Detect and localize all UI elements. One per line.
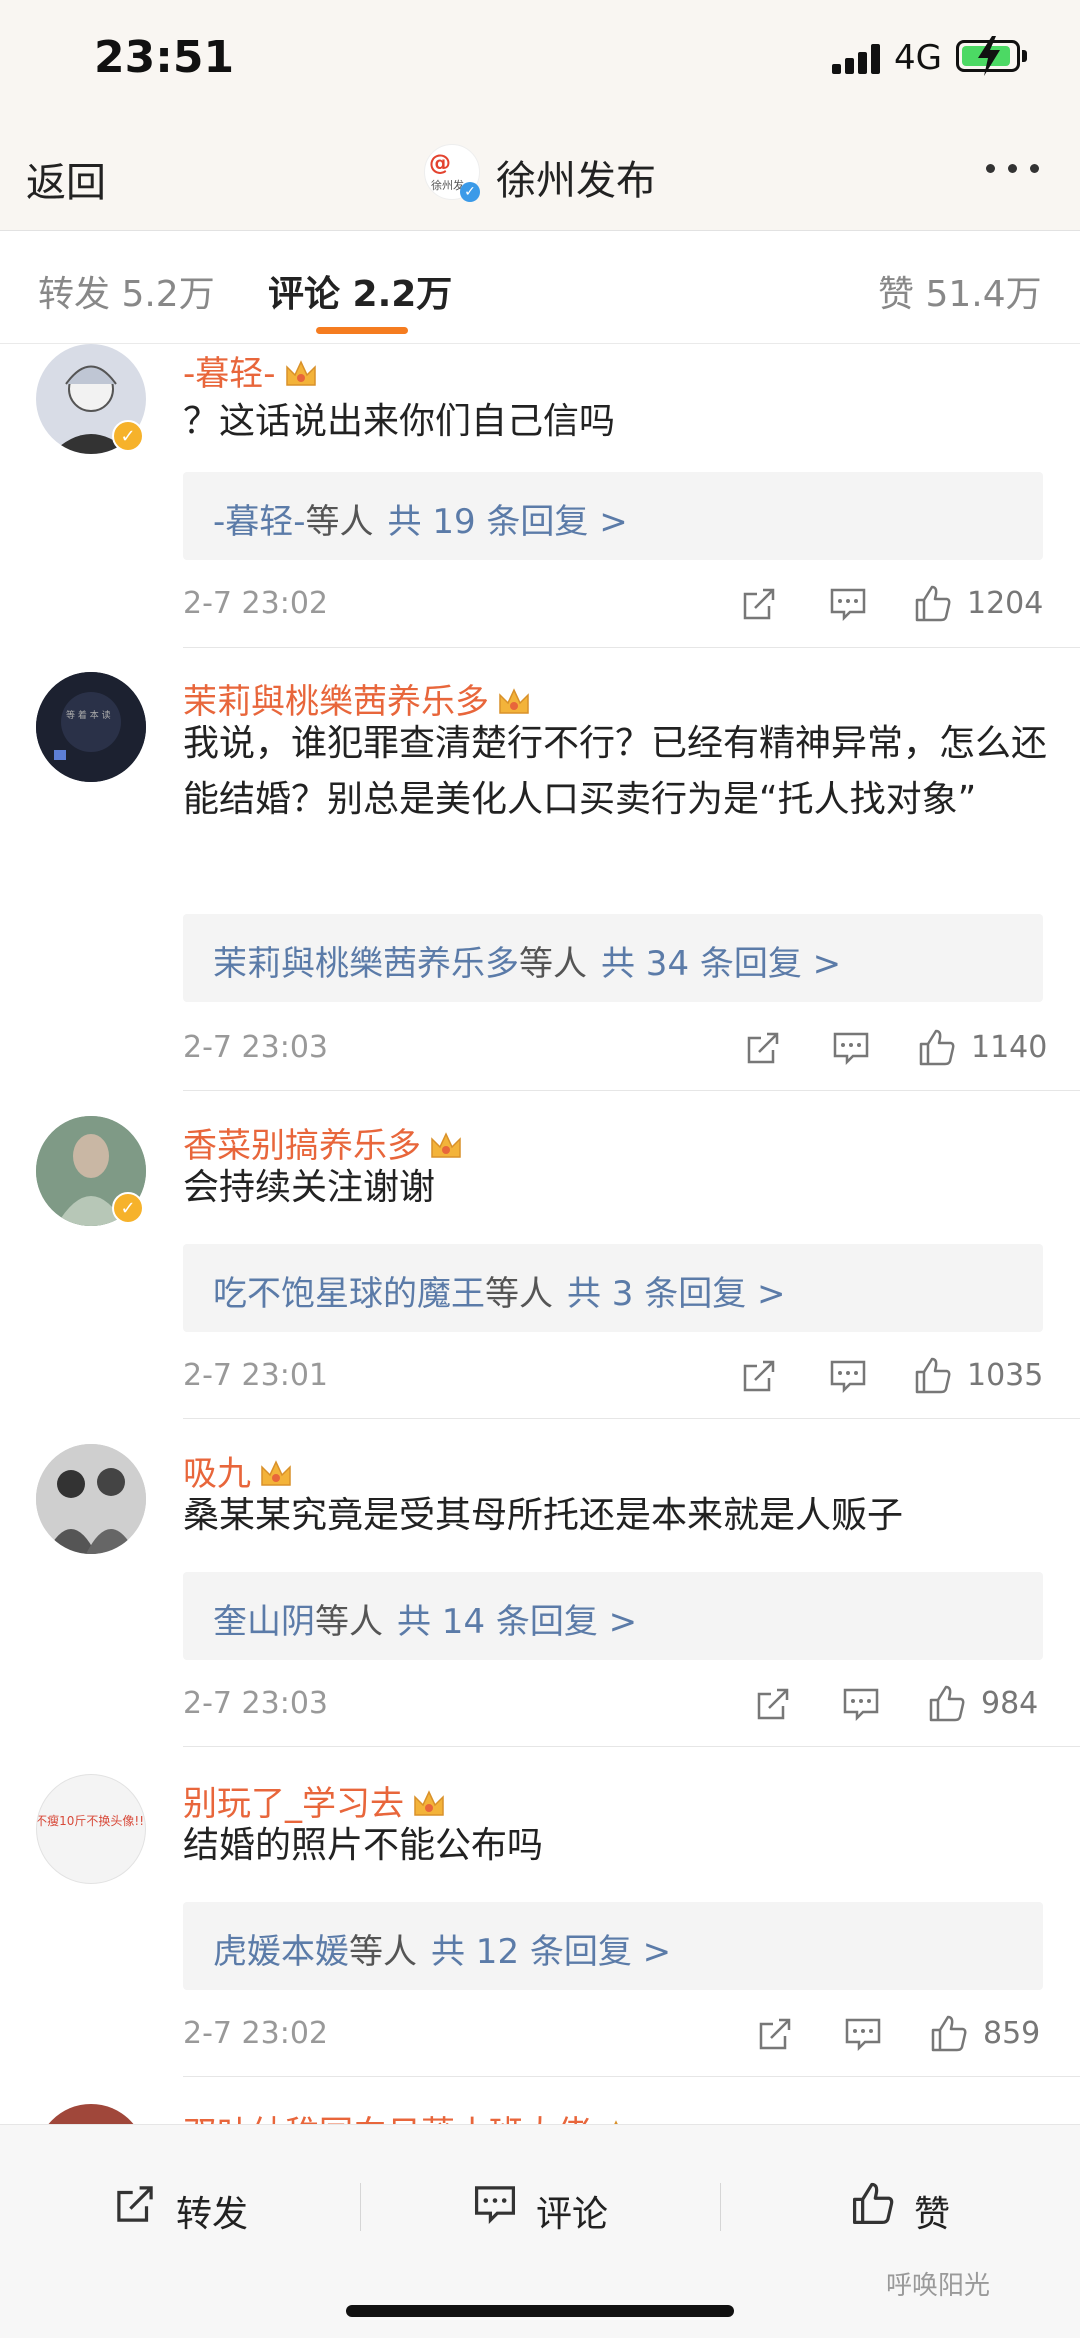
- reply-preview[interactable]: 吃不饱星球的魔王等人共 3 条回复 >: [183, 1244, 1043, 1332]
- reply-preview[interactable]: -暮轻-等人共 19 条回复 >: [183, 472, 1043, 560]
- share-icon[interactable]: [739, 584, 779, 624]
- comment-icon[interactable]: [828, 1356, 868, 1396]
- status-bar: 23:51 4G: [0, 0, 1080, 120]
- reply-preview[interactable]: 茉莉與桃樂茜养乐多等人共 34 条回复 >: [183, 914, 1043, 1002]
- crown-icon: [284, 358, 318, 388]
- reply-preview[interactable]: 虎媛本媛等人共 12 条回复 >: [183, 1902, 1043, 1990]
- signal-icon: [832, 44, 880, 74]
- username[interactable]: -暮轻-: [183, 354, 276, 394]
- repost-button[interactable]: 转发: [112, 2175, 312, 2235]
- crown-icon: [497, 686, 531, 716]
- comment-icon[interactable]: [831, 1028, 871, 1068]
- verified-icon: ✓: [112, 1192, 144, 1224]
- comment-icon[interactable]: [843, 2014, 883, 2054]
- reply-author[interactable]: 虎媛本媛: [213, 1932, 349, 1972]
- more-menu-button[interactable]: [980, 158, 1050, 178]
- share-icon[interactable]: [755, 2014, 795, 2054]
- comment-time: 2-7 23:01: [183, 1358, 328, 1393]
- comment-actions: 2-7 23:03 1140: [183, 1024, 1047, 1074]
- reply-author[interactable]: 茉莉與桃樂茜养乐多: [213, 944, 519, 984]
- like-count: 984: [981, 1686, 1039, 1721]
- reply-count-link[interactable]: 共 14 条回复 >: [397, 1602, 637, 1642]
- tab-bar: 转发 5.2万 评论 2.2万 赞 51.4万: [0, 231, 1080, 344]
- like-icon: [852, 2182, 894, 2225]
- tab-repost[interactable]: 转发 5.2万: [38, 265, 215, 317]
- tab-like[interactable]: 赞 51.4万: [878, 265, 1042, 317]
- username[interactable]: 双叶幼稚园向日葵小班大佬: [183, 2114, 591, 2124]
- comment-text: 我说，谁犯罪查清楚行不行？已经有精神异常，怎么还能结婚？别总是美化人口买卖行为是…: [183, 723, 1048, 820]
- bottom-action-bar: 转发 评论 赞 呼唤阳光: [0, 2124, 1080, 2338]
- comment-actions: 2-7 23:02 859: [183, 2010, 1043, 2060]
- share-icon[interactable]: [753, 1684, 793, 1724]
- verified-icon: ✓: [460, 182, 480, 202]
- comment-button[interactable]: 评论: [472, 2175, 672, 2235]
- crown-icon: [412, 1788, 446, 1818]
- reply-count-link[interactable]: 共 12 条回复 >: [431, 1932, 671, 1972]
- like-icon[interactable]: [929, 2014, 969, 2054]
- avatar[interactable]: [36, 2104, 146, 2124]
- network-type: 4G: [894, 38, 942, 78]
- avatar[interactable]: 不瘦10斤不换头像!!!: [36, 1774, 146, 1884]
- comment-time: 2-7 23:02: [183, 2016, 328, 2051]
- comment-icon[interactable]: [841, 1684, 881, 1724]
- nav-header: 返回 @ 徐州发 ✓ 徐州发布: [0, 120, 1080, 231]
- reply-preview[interactable]: 奎山阴等人共 14 条回复 >: [183, 1572, 1043, 1660]
- comment-text: 结婚的照片不能公布吗: [183, 1825, 544, 1866]
- home-indicator: [346, 2305, 734, 2317]
- like-count: 1035: [967, 1358, 1044, 1393]
- comment-time: 2-7 23:03: [183, 1686, 328, 1721]
- comment-actions: 2-7 23:01 1035: [183, 1352, 1043, 1402]
- comment-icon: [474, 2186, 516, 2224]
- comment-text: 桑某某究竟是受其母所托还是本来就是人贩子: [183, 1495, 904, 1536]
- like-button[interactable]: 赞: [850, 2175, 1010, 2235]
- svg-text:等 着 本 读: 等 着 本 读: [66, 709, 111, 721]
- comment-time: 2-7 23:03: [183, 1030, 328, 1065]
- comment-text: ？这话说出来你们自己信吗: [183, 401, 616, 442]
- account-name[interactable]: 徐州发布: [496, 148, 656, 206]
- reply-count-link[interactable]: 共 34 条回复 >: [601, 944, 841, 984]
- comment-time: 2-7 23:02: [183, 586, 328, 621]
- like-icon[interactable]: [913, 584, 953, 624]
- watermark: 呼唤阳光: [886, 2271, 991, 2301]
- reply-count-link[interactable]: 共 3 条回复 >: [567, 1274, 786, 1314]
- comment-list: ✓ -暮轻- ？这话说出来你们自己信吗 -暮轻-等人共 19 条回复 > 2-7…: [0, 344, 1080, 2124]
- reply-author[interactable]: 吃不饱星球的魔王: [213, 1274, 485, 1314]
- like-icon[interactable]: [927, 1684, 967, 1724]
- share-icon[interactable]: [743, 1028, 783, 1068]
- avatar-text: 不瘦10斤不换头像!!!: [37, 1813, 146, 1828]
- comment-icon[interactable]: [828, 584, 868, 624]
- tab-comment[interactable]: 评论 2.2万: [268, 265, 452, 317]
- share-icon: [117, 2186, 153, 2222]
- reply-author[interactable]: 奎山阴: [213, 1602, 315, 1642]
- crown-icon: [259, 1458, 293, 1488]
- reply-author[interactable]: -暮轻-: [213, 502, 306, 542]
- like-icon[interactable]: [913, 1356, 953, 1396]
- charging-icon: [978, 36, 1000, 76]
- status-time: 23:51: [94, 32, 235, 83]
- back-button[interactable]: 返回: [26, 150, 106, 208]
- crown-icon: [429, 1130, 463, 1160]
- comment-actions: 2-7 23:03 984: [183, 1680, 1043, 1730]
- comment-actions: 2-7 23:02 1204: [183, 580, 1043, 630]
- comment-text: 会持续关注谢谢: [183, 1167, 436, 1208]
- avatar[interactable]: 等 着 本 读: [36, 672, 146, 782]
- like-count: 1204: [967, 586, 1044, 621]
- like-icon[interactable]: [917, 1028, 957, 1068]
- like-count: 859: [983, 2016, 1041, 2051]
- reply-count-link[interactable]: 共 19 条回复 >: [388, 502, 628, 542]
- share-icon[interactable]: [739, 1356, 779, 1396]
- tab-active-indicator: [316, 327, 408, 334]
- like-count: 1140: [971, 1030, 1048, 1065]
- verified-icon: ✓: [112, 420, 144, 452]
- avatar[interactable]: [36, 1444, 146, 1554]
